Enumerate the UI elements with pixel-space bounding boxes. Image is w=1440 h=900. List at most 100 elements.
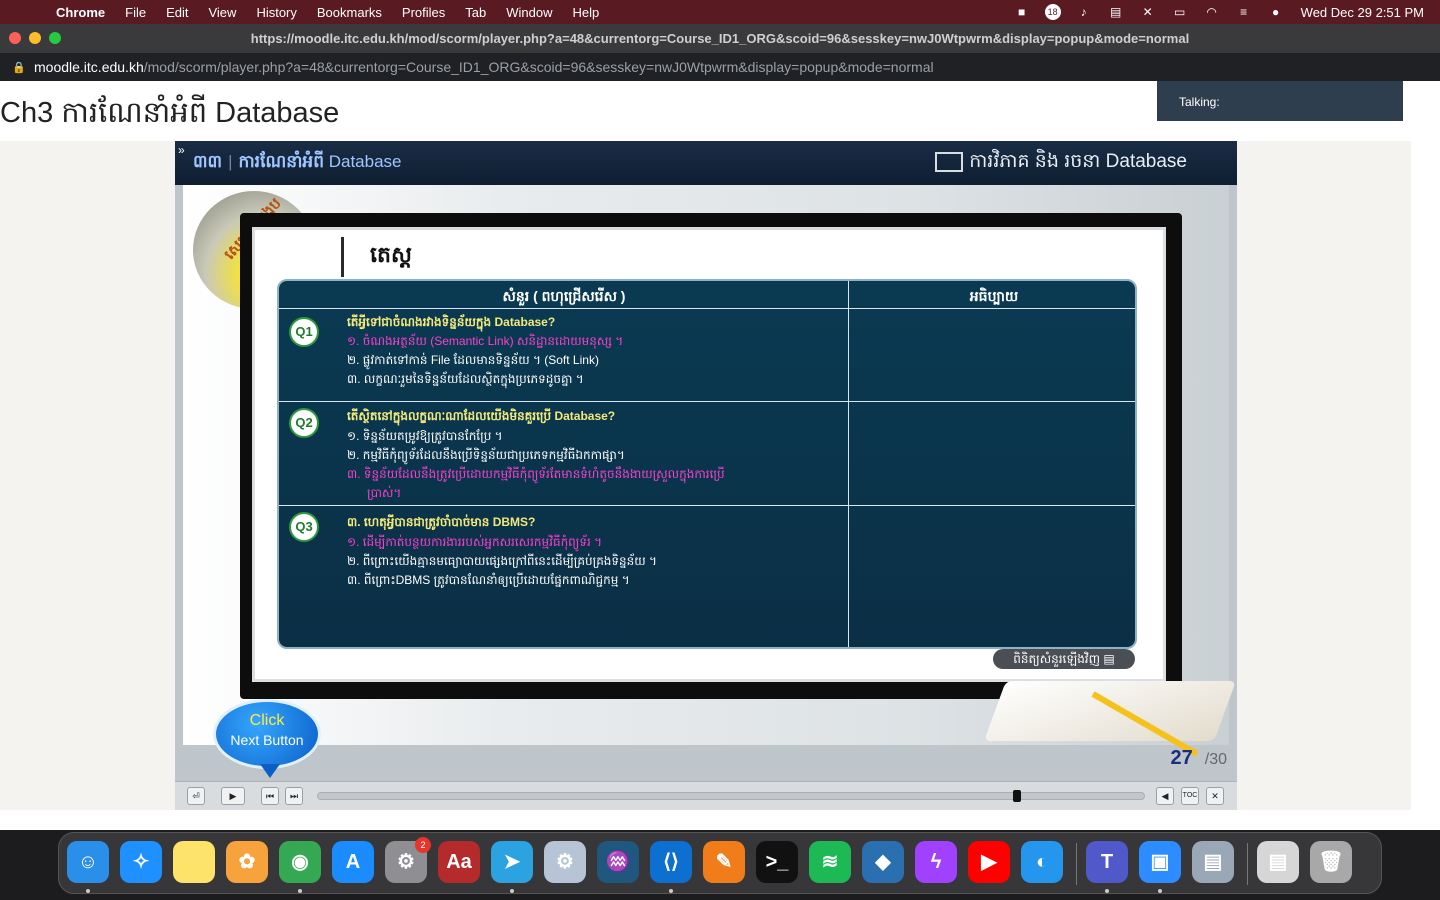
course-name: ការវិភាគ និង រចនា Database [969, 151, 1187, 172]
q1-badge: Q1 [289, 317, 319, 347]
answer-option[interactable]: ១. ទិន្នន័យតម្រូវឱ្យត្រូវបានកែប្រែ ។ [347, 428, 503, 446]
dock-separator [1247, 843, 1248, 885]
question-text: តើអ្វីទៅជាចំណងរវាងទិន្នន័យក្នុង Database… [347, 315, 556, 329]
question-row: Q2 តើស្ថិតនៅក្នុងលក្ខណៈណាដែលយើងមិនគួរប្រ… [279, 402, 1135, 506]
player-controls: ⏎ ▶ ⏮ ⏭ ◀ TOC ✕ [175, 781, 1237, 810]
settings-utility-icon[interactable]: ⚙ [544, 841, 586, 883]
youtube-icon[interactable]: ▶ [968, 841, 1010, 883]
window-titlebar: https://moodle.itc.edu.kh/mod/scorm/play… [0, 24, 1440, 53]
chapter-db: Database [328, 152, 402, 171]
question-text: តើស្ថិតនៅក្នុងលក្ខណៈណាដែលយើងមិនគួរប្រើ D… [347, 409, 616, 423]
chrome-icon[interactable]: ◉ [279, 841, 321, 883]
virtualbox-icon[interactable]: ◆ [862, 841, 904, 883]
running-indicator [298, 889, 302, 893]
menu-app-name[interactable]: Chrome [56, 5, 105, 20]
menu-tab[interactable]: Tab [465, 5, 486, 20]
docker-icon[interactable]: ◐ [1021, 841, 1063, 883]
photos-icon[interactable]: ✿ [226, 841, 268, 883]
safari-icon[interactable]: ✧ [120, 841, 162, 883]
page-content: Ch3 ការណែនាំអំពី Database Talking: » ៣៣ |… [0, 81, 1440, 830]
toc-button[interactable]: TOC [1181, 787, 1199, 805]
running-indicator [669, 889, 673, 893]
address-path: /mod/scorm/player.php?a=48&currentorg=Co… [143, 59, 934, 75]
chapter-title: ៣៣ | ការណែនាំអំពី Database [193, 152, 402, 171]
vscode-icon[interactable]: ⟨⟩ [650, 841, 692, 883]
exit-icon[interactable]: ⏎ [187, 787, 205, 805]
progress-handle[interactable] [1013, 790, 1022, 802]
pages-icon[interactable]: ✎ [703, 841, 745, 883]
menu-window[interactable]: Window [506, 5, 552, 20]
player-header: » ៣៣ | ការណែនាំអំពី Database ការវិភាគ និង … [175, 141, 1237, 185]
preview-icon[interactable]: ▤ [1192, 841, 1234, 883]
answer-option[interactable]: ២. ពីព្រោះយើងគ្មានមធ្យោបាយផ្សេងក្រៅពីនេះ… [347, 553, 657, 571]
quiz-header: សំនួរ ( ពហុជ្រើសរើស ) អធិប្បាយ [279, 281, 1135, 309]
teams-icon[interactable]: T [1086, 841, 1128, 883]
menu-history[interactable]: History [256, 5, 296, 20]
menubar-clock[interactable]: Wed Dec 29 2:51 PM [1301, 5, 1424, 20]
notification-badge: 2 [415, 837, 431, 853]
review-questions-button[interactable]: ពិនិត្យសំនួរឡើងវិញ ▤ [993, 649, 1135, 669]
finder-icon[interactable]: ☺ [67, 841, 109, 883]
quiz-table: សំនួរ ( ពហុជ្រើសរើស ) អធិប្បាយ Q1 តើអ្វី… [277, 279, 1137, 649]
menu-file[interactable]: File [125, 5, 146, 20]
dock: ☺ ✧ ✿ ◉ A ⚙ 2 Aa ➤ ⚙ ♒ ⟨⟩ ✎ >_ ≋ ◆ ϟ ▶ ◐ T ▣ ▤ ▤ 🗑 [58, 832, 1382, 894]
chapter-name: ការណែនាំអំពី [238, 152, 324, 171]
next-icon[interactable]: ⏭ [285, 787, 303, 805]
notes-icon[interactable] [173, 841, 215, 883]
mysql-workbench-icon[interactable]: ♒ [597, 841, 639, 883]
menu-bookmarks[interactable]: Bookmarks [317, 5, 382, 20]
documents-icon[interactable]: ▤ [1257, 841, 1299, 883]
previous-icon[interactable]: ⏮ [261, 787, 279, 805]
volume-icon[interactable]: ♪ [1075, 5, 1093, 19]
next-button-bubble[interactable]: Click Next Button [213, 699, 321, 778]
close-player-icon[interactable]: ✕ [1206, 787, 1224, 805]
click-label: Click [249, 712, 285, 729]
menu-edit[interactable]: Edit [166, 5, 188, 20]
play-icon[interactable]: ▶ [221, 787, 245, 805]
dock-separator [1076, 843, 1077, 885]
expand-toggle-icon[interactable]: » [178, 143, 185, 157]
running-indicator [1158, 889, 1162, 893]
menu-profiles[interactable]: Profiles [402, 5, 445, 20]
siri-icon[interactable]: ● [1267, 5, 1285, 19]
wifi-icon[interactable]: ◠ [1203, 5, 1221, 19]
notification-icon[interactable]: 18 [1044, 4, 1061, 20]
control-center-icon[interactable]: ≡ [1235, 5, 1253, 19]
current-page: 27 [1170, 747, 1193, 769]
terminal-icon[interactable]: >_ [756, 841, 798, 883]
answer-option[interactable]: ១. ចំណងអត្ថន័យ (Semantic Link) សនិដ្ឋានដ… [347, 333, 623, 351]
spotify-icon[interactable]: ≋ [809, 841, 851, 883]
scorm-player: » ៣៣ | ការណែនាំអំពី Database ការវិភាគ និង … [175, 141, 1237, 810]
answer-option[interactable]: ១. ដើម្បីកាត់បន្ថយការងាររបស់អ្នកសរសេរកម្… [347, 534, 602, 552]
answer-option[interactable]: ៣. លក្ខណៈរួមនៃទិន្នន័យដែលស្ថិតក្នុងប្រភេ… [347, 371, 584, 389]
answer-option[interactable]: ៣. ពីព្រោះDBMS ត្រូវបានណែនាំឲ្យប្រើដោយផ្… [347, 572, 630, 590]
next-button-label: Next Button [230, 732, 304, 748]
volume-icon[interactable]: ◀ [1156, 787, 1174, 805]
zoom-icon[interactable]: ▣ [1139, 841, 1181, 883]
answer-option[interactable]: ៣. ទិន្នន័យដែលនឹងត្រូវប្រើដោយកម្មវិធីកុំ… [347, 466, 725, 484]
monitor-icon [935, 151, 964, 172]
menu-view[interactable]: View [208, 5, 236, 20]
app-menus: Chrome File Edit View History Bookmarks … [56, 5, 619, 20]
page-title: Ch3 ការណែនាំអំពី Database [0, 97, 340, 129]
flag-icon[interactable]: ▤ [1107, 5, 1125, 19]
running-indicator [510, 889, 514, 893]
progress-bar[interactable] [317, 790, 1145, 802]
screen-record-icon[interactable]: ■ [1013, 5, 1031, 19]
trash-icon[interactable]: 🗑 [1310, 841, 1352, 883]
running-indicator [1105, 889, 1109, 893]
address-bar[interactable]: 🔒 moodle.itc.edu.kh /mod/scorm/player.ph… [0, 53, 1440, 81]
bluetooth-icon[interactable]: ✕ [1139, 5, 1157, 19]
answer-option[interactable]: ២. កម្មវិធីកុំព្យូទ័រដែលនឹងប្រើទិន្នន័យជ… [347, 447, 625, 465]
telegram-icon[interactable]: ➤ [491, 841, 533, 883]
q3-badge: Q3 [289, 512, 319, 542]
lock-icon[interactable]: 🔒 [12, 61, 26, 74]
dictionary-icon[interactable]: Aa [438, 841, 480, 883]
app-store-icon[interactable]: A [332, 841, 374, 883]
menu-help[interactable]: Help [573, 5, 600, 20]
battery-icon[interactable]: ▭ [1171, 5, 1189, 19]
answer-option[interactable]: ២. ផ្លូវកាត់ទៅកាន់ File ដែលមានទិន្នន័យ ។… [347, 352, 599, 370]
question-row: Q1 តើអ្វីទៅជាចំណងរវាងទិន្នន័យក្នុង Datab… [279, 309, 1135, 402]
status-area: ■ 18 ♪ ▤ ✕ ▭ ◠ ≡ ● Wed Dec 29 2:51 PM [999, 0, 1424, 24]
messenger-icon[interactable]: ϟ [915, 841, 957, 883]
